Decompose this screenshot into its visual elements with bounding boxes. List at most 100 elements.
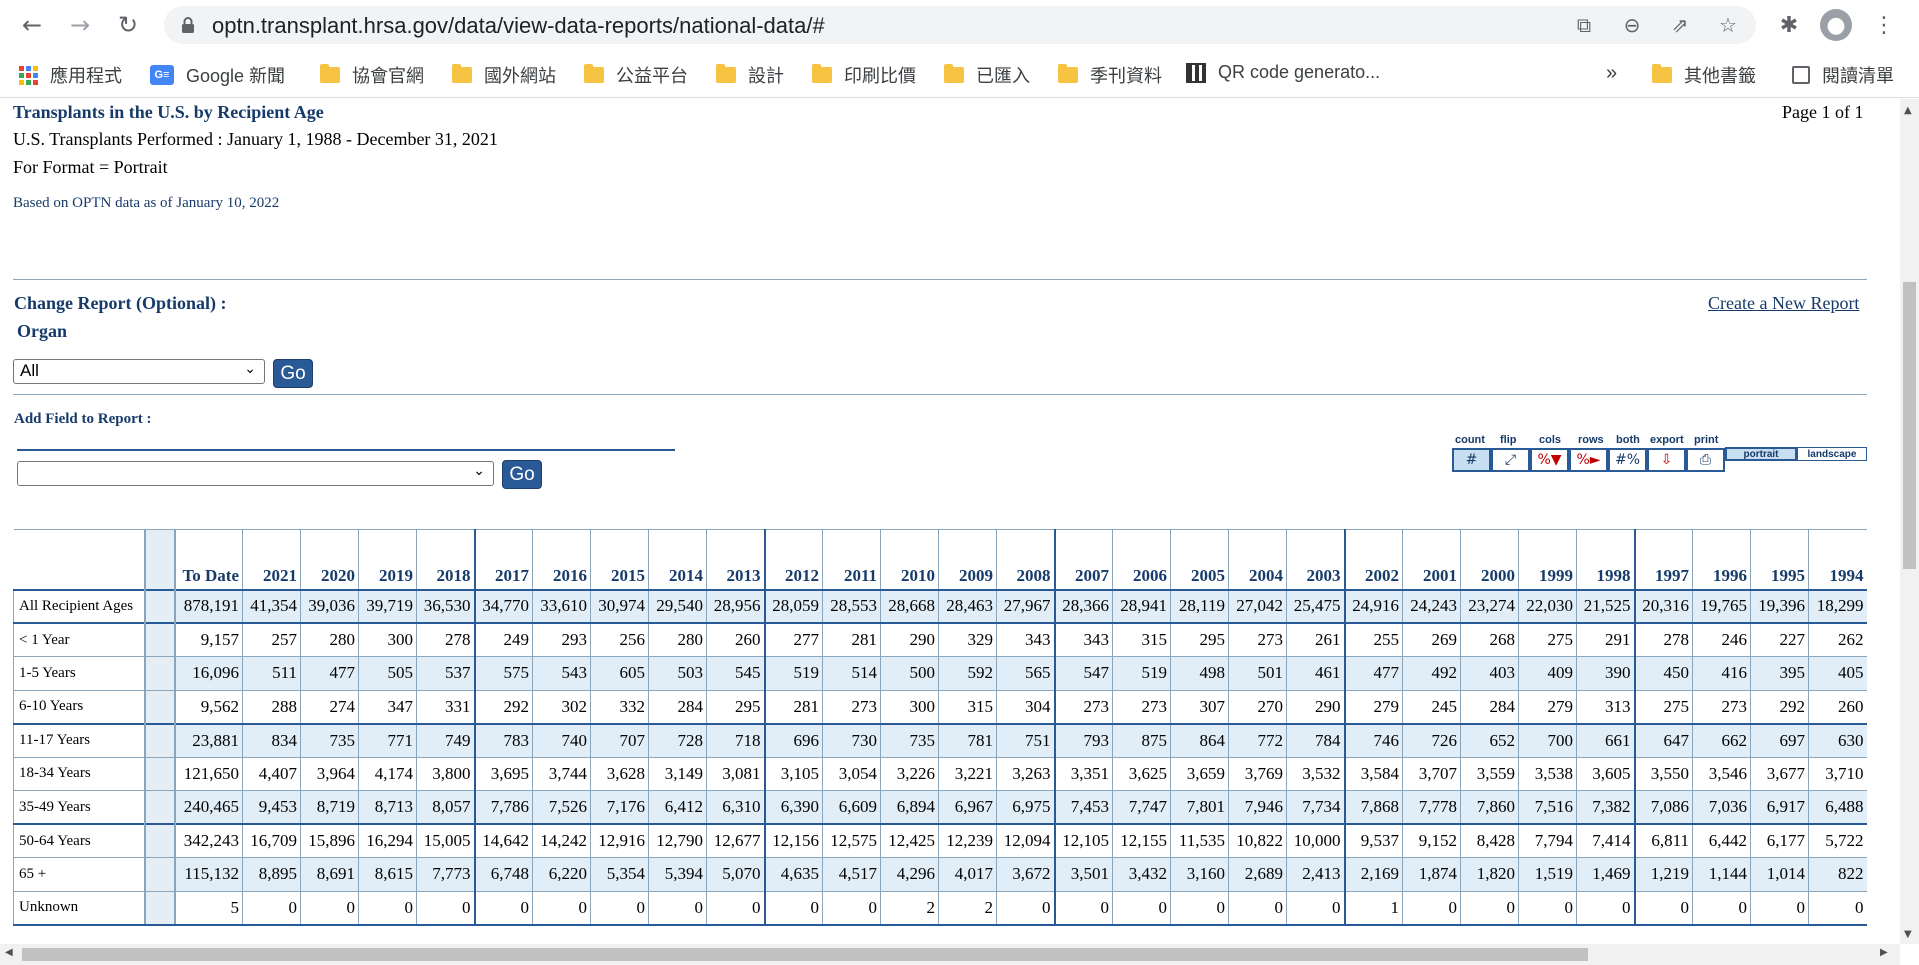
format-text: For Format = Portrait xyxy=(13,157,168,177)
table-cell: 0 xyxy=(996,890,1055,926)
zoom-icon[interactable]: ⊖ xyxy=(1619,12,1645,38)
table-cell: 7,526 xyxy=(532,790,591,824)
table-cell: 249 xyxy=(473,622,533,657)
column-header: 2010 xyxy=(880,529,939,590)
table-cell: 864 xyxy=(1170,722,1229,757)
scroll-right-arrow-icon[interactable]: ▶ xyxy=(1880,947,1888,958)
table-cell: 12,094 xyxy=(996,823,1055,858)
create-new-report-link[interactable]: Create a New Report xyxy=(1708,293,1859,314)
table-cell: 28,956 xyxy=(706,588,765,623)
table-cell: 6,609 xyxy=(822,790,881,824)
count-button[interactable]: # xyxy=(1452,448,1491,472)
bookmark-folder[interactable]: 國外網站 xyxy=(452,62,556,88)
table-cell: 7,086 xyxy=(1633,790,1693,824)
bookmark-google-news[interactable]: G≡ Google 新聞 xyxy=(150,62,285,88)
row-label: 18-34 Years xyxy=(13,756,145,791)
table-cell: 315 xyxy=(1112,622,1171,657)
address-bar[interactable]: optn.transplant.hrsa.gov/data/view-data-… xyxy=(164,6,1756,44)
table-cell: 661 xyxy=(1576,722,1635,757)
table-cell: 293 xyxy=(532,622,591,657)
export-button[interactable]: ⇩ xyxy=(1647,448,1686,472)
bookmark-folder[interactable]: 公益平台 xyxy=(584,62,688,88)
table-cell: 4,017 xyxy=(938,857,997,891)
table-cell: 281 xyxy=(822,622,881,657)
bookmark-folder[interactable]: 協會官網 xyxy=(320,62,424,88)
flip-button[interactable]: ⤢ xyxy=(1491,448,1530,472)
table-cell: 395 xyxy=(1750,656,1809,690)
table-cell: 16,294 xyxy=(358,823,417,858)
table-cell: 20,316 xyxy=(1633,588,1693,623)
table-cell: 0 xyxy=(1518,890,1577,926)
bookmark-folder[interactable]: 已匯入 xyxy=(944,62,1030,88)
table-cell: 3,538 xyxy=(1518,756,1577,791)
back-icon[interactable]: ← xyxy=(12,5,52,45)
bookmarks-overflow-chevron[interactable]: » xyxy=(1606,62,1617,85)
table-cell: 19,396 xyxy=(1750,588,1809,623)
table-cell: 3,149 xyxy=(648,756,707,791)
table-cell: 7,414 xyxy=(1576,823,1635,858)
row-separator xyxy=(143,857,176,891)
table-row: Unknown 5 0 0 0 0 0 0 0 0 0 0 0 2 2 0 0 0 0 0 0 1 0 0 0 0 0 0 0 0 xyxy=(13,890,1867,926)
cols-button[interactable]: %▼ xyxy=(1530,448,1569,472)
portrait-button[interactable]: portrait xyxy=(1725,447,1797,461)
table-cell: 280 xyxy=(648,622,707,657)
horizontal-scrollbar[interactable]: ◀ ▶ xyxy=(0,944,1900,965)
folder-icon xyxy=(320,64,340,83)
vertical-scrollbar[interactable]: ▲ ▼ xyxy=(1900,99,1919,944)
rows-button[interactable]: %► xyxy=(1569,448,1608,472)
bookmark-qr[interactable]: QR code generato... xyxy=(1186,62,1380,83)
table-cell: 281 xyxy=(763,689,823,724)
row-separator xyxy=(143,588,176,623)
bookmark-folder[interactable]: 設計 xyxy=(716,62,784,88)
table-cell: 273 xyxy=(822,689,881,724)
landscape-button[interactable]: landscape xyxy=(1797,447,1867,461)
bookmark-label: 國外網站 xyxy=(484,66,556,86)
change-report-label: Change Report (Optional) : xyxy=(14,293,227,313)
table-cell: 279 xyxy=(1343,689,1403,724)
column-header: 1998 xyxy=(1576,529,1635,590)
vertical-scroll-thumb[interactable] xyxy=(1903,282,1916,569)
browser-toolbar: ← → ↻ optn.transplant.hrsa.gov/data/view… xyxy=(0,0,1919,50)
horizontal-scroll-thumb[interactable] xyxy=(22,948,1588,961)
extensions-icon[interactable]: ✱ xyxy=(1775,11,1803,39)
table-cell: 12,575 xyxy=(822,823,881,858)
table-cell: 27,967 xyxy=(996,588,1055,623)
field-go-button[interactable]: Go xyxy=(502,460,542,489)
share-icon[interactable]: ⇗ xyxy=(1667,12,1693,38)
forward-icon[interactable]: → xyxy=(60,5,100,45)
table-cell: 8,719 xyxy=(300,790,359,824)
organ-go-button[interactable]: Go xyxy=(273,359,313,388)
bookmark-apps[interactable]: 應用程式 xyxy=(19,62,122,88)
scroll-down-arrow-icon[interactable]: ▼ xyxy=(1904,929,1912,940)
translate-icon[interactable]: ⧉ xyxy=(1571,12,1597,38)
print-button[interactable]: ⎙ xyxy=(1686,448,1725,472)
bookmark-star-icon[interactable]: ☆ xyxy=(1715,12,1741,38)
both-button[interactable]: #% xyxy=(1608,448,1647,472)
cols-percent-icon: %▼ xyxy=(1537,452,1562,468)
tool-label-flip: flip xyxy=(1500,434,1517,446)
profile-avatar-icon[interactable]: ● xyxy=(1820,9,1852,41)
bookmark-folder[interactable]: 季刊資料 xyxy=(1058,62,1162,88)
table-cell: 7,176 xyxy=(590,790,649,824)
bookmark-other[interactable]: 其他書籤 xyxy=(1652,62,1756,88)
table-cell: 7,794 xyxy=(1518,823,1577,858)
organ-select[interactable]: All ⌄ xyxy=(13,359,265,384)
table-cell: 7,453 xyxy=(1053,790,1113,824)
reading-list[interactable]: 閱讀清單 xyxy=(1792,62,1894,88)
folder-icon xyxy=(716,64,736,83)
lock-icon[interactable] xyxy=(178,15,198,35)
reload-icon[interactable]: ↻ xyxy=(108,5,148,45)
table-cell: 0 xyxy=(1228,890,1287,926)
column-header: 2020 xyxy=(300,529,359,590)
table-cell: 771 xyxy=(358,722,417,757)
scroll-left-arrow-icon[interactable]: ◀ xyxy=(5,947,13,958)
table-cell: 288 xyxy=(242,689,301,724)
bookmark-folder[interactable]: 印刷比價 xyxy=(812,62,916,88)
table-cell: 3,081 xyxy=(706,756,765,791)
table-cell: 735 xyxy=(300,722,359,757)
menu-kebab-icon[interactable]: ⋮ xyxy=(1870,11,1898,39)
scroll-up-arrow-icon[interactable]: ▲ xyxy=(1904,105,1912,116)
add-field-select[interactable]: ⌄ xyxy=(17,461,494,486)
table-cell: 7,946 xyxy=(1228,790,1287,824)
column-header: 2021 xyxy=(242,529,301,590)
